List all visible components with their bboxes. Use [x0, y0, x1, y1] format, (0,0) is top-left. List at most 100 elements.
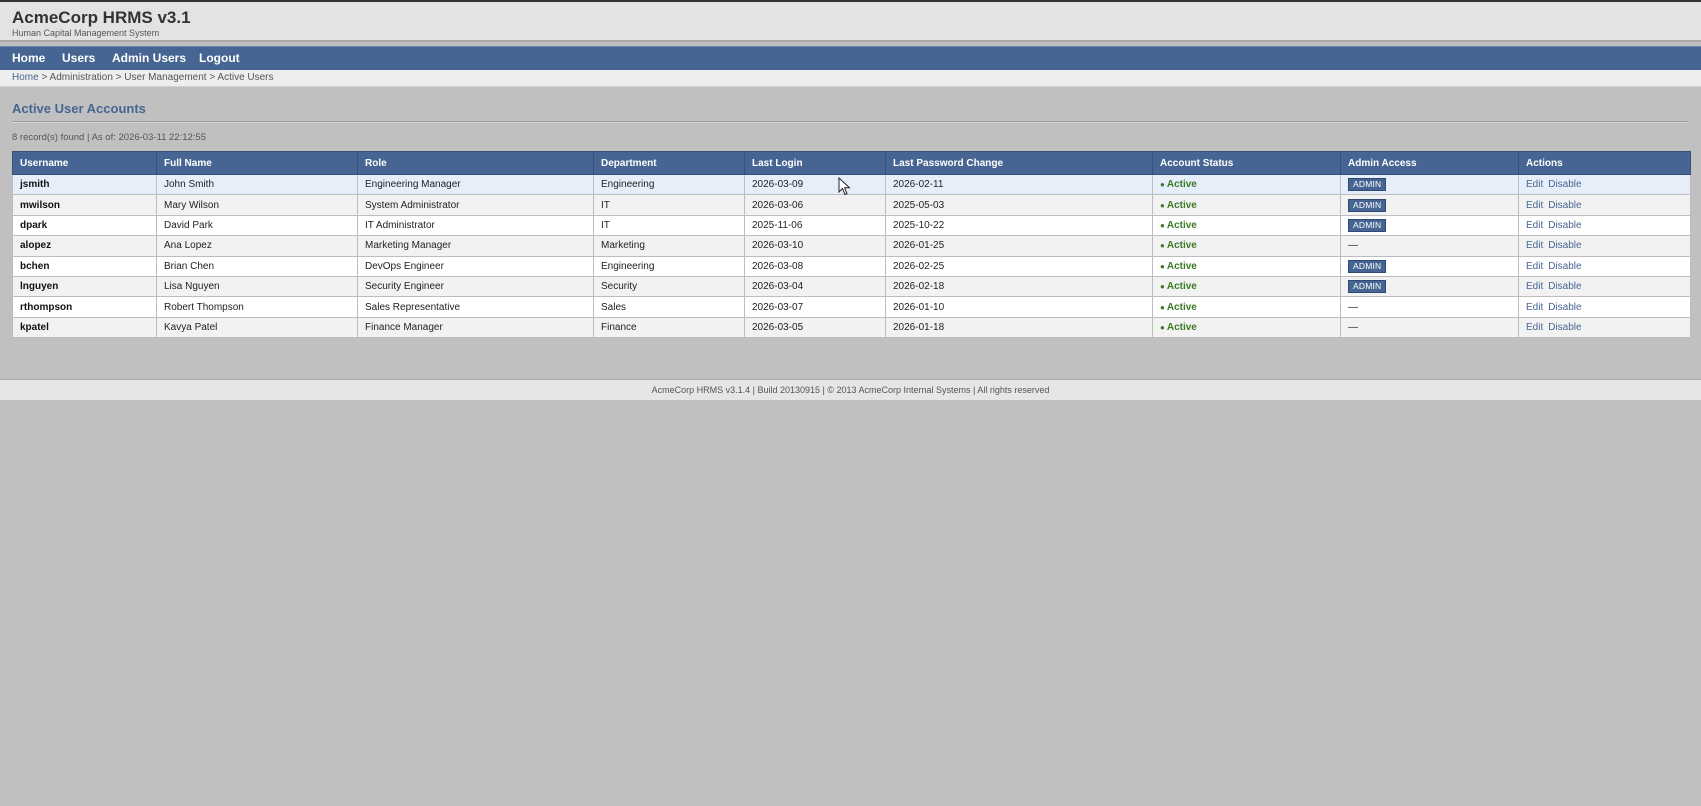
cell-department: Engineering [601, 260, 655, 272]
col-header-last-login[interactable]: Last Login [744, 151, 886, 175]
edit-link[interactable]: Edit [1526, 220, 1543, 231]
admin-none: — [1348, 301, 1358, 313]
status-badge: ● Active [1160, 302, 1197, 313]
col-header-admin-access[interactable]: Admin Access [1340, 151, 1519, 175]
cell-last-password-change: 2026-01-25 [893, 240, 945, 252]
mouse-cursor-icon [838, 177, 851, 196]
cell-last-password-change: 2026-02-18 [893, 281, 945, 293]
cell-last-login: 2025-11-06 [752, 219, 803, 231]
col-header-last-password-change[interactable]: Last Password Change [885, 151, 1153, 175]
table-row[interactable]: dpark David Park IT Administrator IT 2025-11… [12, 214, 1691, 237]
cell-last-password-change: 2026-02-25 [893, 260, 945, 272]
status-badge: ● Active [1160, 322, 1197, 333]
status-text: Active [1166, 301, 1197, 313]
cell-username: alopez [20, 240, 52, 252]
status-badge: ● Active [1160, 220, 1197, 231]
cell-last-password-change: 2026-02-11 [893, 179, 944, 191]
col-header-role[interactable]: Role [357, 151, 594, 175]
admin-none: — [1348, 321, 1358, 333]
admin-badge: ADMIN [1348, 259, 1387, 273]
cell-full-name: Kavya Patel [164, 321, 218, 333]
cell-full-name: Robert Thompson [164, 301, 244, 313]
col-header-actions: Actions [1518, 151, 1691, 175]
status-dot-icon: ● [1160, 220, 1165, 230]
table-row[interactable]: lnguyen Lisa Nguyen Security Engineer Secur… [12, 275, 1691, 298]
nav-home[interactable]: Home [12, 47, 45, 70]
cell-last-login: 2026-03-10 [752, 240, 804, 252]
nav-bar: Home Users Admin Users Logout [0, 46, 1701, 70]
status-dot-icon: ● [1160, 200, 1165, 210]
cell-username: jsmith [20, 179, 50, 191]
disable-link[interactable]: Disable [1548, 179, 1581, 190]
status-badge: ● Active [1160, 281, 1197, 292]
disable-link[interactable]: Disable [1548, 220, 1581, 231]
cell-full-name: David Park [164, 219, 213, 231]
cell-last-password-change: 2026-01-18 [893, 321, 945, 333]
table-row[interactable]: kpatel Kavya Patel Finance Manager Finance 2… [12, 316, 1691, 339]
cell-full-name: John Smith [164, 179, 215, 191]
disable-link[interactable]: Disable [1548, 281, 1581, 292]
table-row[interactable]: rthompson Robert Thompson Sales Representa… [12, 296, 1691, 318]
edit-link[interactable]: Edit [1526, 281, 1543, 292]
nav-logout[interactable]: Logout [199, 47, 240, 70]
cell-last-password-change: 2026-01-10 [893, 301, 945, 313]
disable-link[interactable]: Disable [1548, 261, 1581, 272]
col-header-username[interactable]: Username [12, 151, 157, 175]
edit-link[interactable]: Edit [1526, 261, 1543, 272]
status-dot-icon: ● [1160, 261, 1165, 271]
cell-role: Finance Manager [365, 321, 443, 333]
cell-department: IT [601, 219, 610, 231]
cell-department: Sales [601, 301, 627, 313]
cell-department: Marketing [601, 240, 645, 252]
cell-full-name: Ana Lopez [164, 240, 212, 252]
cell-username: dpark [20, 219, 48, 231]
cell-last-login: 2026-03-08 [752, 260, 804, 272]
cell-role: Sales Representative [365, 301, 461, 313]
page-title: Active User Accounts [12, 101, 146, 116]
edit-link[interactable]: Edit [1526, 200, 1543, 211]
cell-last-password-change: 2025-10-22 [893, 219, 945, 231]
app-title: AcmeCorp HRMS v3.1 [12, 8, 191, 27]
edit-link[interactable]: Edit [1526, 302, 1543, 313]
status-badge: ● Active [1160, 261, 1197, 272]
col-header-full-name[interactable]: Full Name [156, 151, 358, 175]
nav-admin-users[interactable]: Admin Users [112, 47, 186, 70]
table-row[interactable]: mwilson Mary Wilson System Administrator IT… [12, 194, 1691, 216]
col-header-account-status[interactable]: Account Status [1152, 151, 1341, 175]
disable-link[interactable]: Disable [1548, 200, 1581, 211]
admin-badge: ADMIN [1348, 178, 1387, 192]
breadcrumb-path: > Administration > User Management > Act… [38, 72, 274, 83]
table-row[interactable]: bchen Brian Chen DevOps Engineer Engineerin… [12, 255, 1691, 277]
breadcrumb-home-link[interactable]: Home [12, 72, 39, 83]
cell-department: Finance [601, 321, 637, 333]
admin-none: — [1348, 240, 1358, 252]
record-count-info: 8 record(s) found | As of: 2026-03-11 22… [12, 132, 206, 143]
cell-full-name: Lisa Nguyen [164, 281, 220, 293]
disable-link[interactable]: Disable [1548, 240, 1581, 251]
table-header-row: Username Full Name Role Department Last … [12, 151, 1691, 175]
edit-link[interactable]: Edit [1526, 240, 1543, 251]
status-dot-icon: ● [1160, 282, 1165, 292]
cell-last-login: 2026-03-05 [752, 321, 804, 333]
heading-divider [12, 121, 1689, 123]
admin-badge: ADMIN [1348, 280, 1387, 294]
status-text: Active [1166, 260, 1197, 272]
cell-full-name: Mary Wilson [164, 199, 220, 211]
disable-link[interactable]: Disable [1548, 302, 1581, 313]
cell-role: Security Engineer [365, 281, 444, 293]
table-row[interactable]: alopez Ana Lopez Marketing Manager Marketin… [12, 235, 1691, 257]
status-badge: ● Active [1160, 179, 1197, 190]
cell-username: rthompson [20, 301, 73, 313]
cell-username: lnguyen [20, 281, 59, 293]
edit-link[interactable]: Edit [1526, 179, 1543, 190]
status-text: Active [1166, 219, 1197, 231]
cell-role: Marketing Manager [365, 240, 452, 252]
status-badge: ● Active [1160, 240, 1197, 251]
cell-username: kpatel [20, 321, 49, 333]
edit-link[interactable]: Edit [1526, 322, 1543, 333]
app-header: AcmeCorp HRMS v3.1 Human Capital Managem… [0, 0, 1701, 42]
disable-link[interactable]: Disable [1548, 322, 1581, 333]
status-dot-icon: ● [1160, 180, 1165, 190]
nav-users[interactable]: Users [62, 47, 95, 70]
col-header-department[interactable]: Department [593, 151, 745, 175]
